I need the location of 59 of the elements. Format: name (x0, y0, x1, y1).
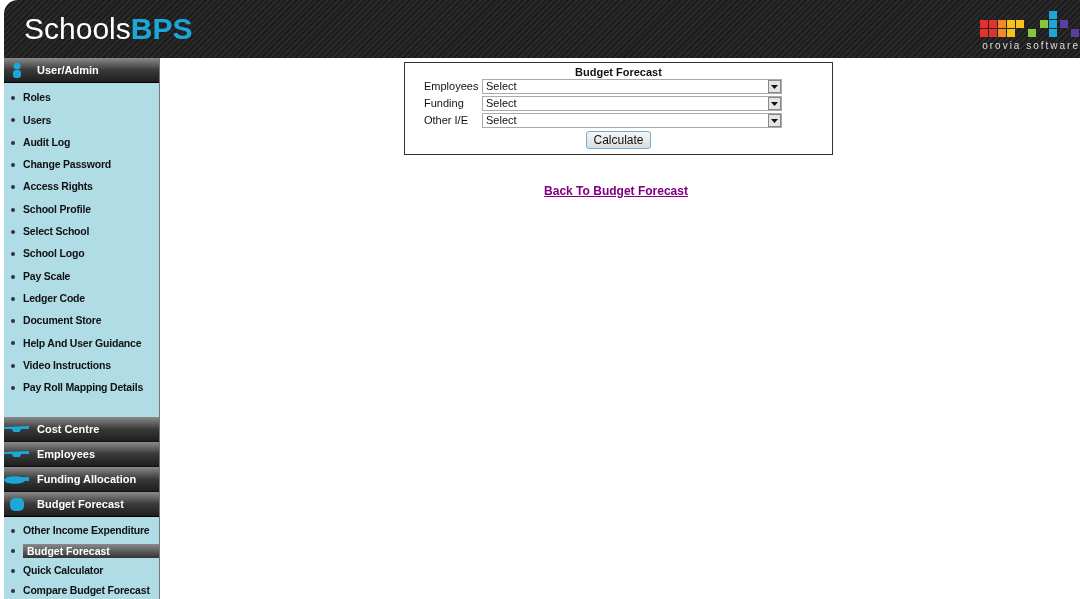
bullet-icon (11, 569, 15, 574)
calculate-button[interactable]: Calculate (586, 131, 651, 149)
bullet-icon (11, 185, 15, 190)
sidebar-link[interactable]: Access Rights (23, 179, 93, 196)
back-link[interactable]: Back To Budget Forecast (544, 182, 688, 200)
sidebar-link[interactable]: Pay Scale (23, 268, 71, 285)
select-value: Select (485, 98, 517, 109)
bullet-icon (11, 118, 15, 123)
sidebar-link[interactable]: Document Store (23, 313, 102, 329)
bullet-icon (11, 207, 15, 212)
sidebar-section-header[interactable]: Budget Forecast (4, 492, 159, 518)
sidebar-link[interactable]: Budget Forecast (23, 544, 159, 559)
sidebar-link[interactable]: Quick Calculator (23, 563, 104, 580)
select-dropdown[interactable]: Select (482, 96, 782, 111)
select-value: Select (485, 81, 517, 92)
bullet-icon (11, 274, 15, 279)
sidebar-link[interactable]: Compare Budget Forecast (23, 583, 150, 599)
sidebar-link[interactable]: Other Income Expenditure (23, 523, 150, 540)
bullet-icon (11, 341, 15, 346)
sidebar-link[interactable]: School Profile (23, 201, 91, 218)
form-title: Budget Forecast (575, 65, 662, 79)
sidebar-link[interactable]: Select School (23, 224, 90, 240)
cap-icon (4, 426, 29, 433)
sidebar-link[interactable]: Roles (23, 90, 51, 106)
bullet-icon (11, 296, 15, 301)
sidebar-link[interactable]: Users (23, 112, 52, 129)
logo-text: SchoolsBPS (24, 14, 193, 44)
select-value: Select (485, 115, 517, 126)
person-icon (11, 62, 22, 78)
bullet-icon (11, 589, 15, 594)
sidebar-section-header[interactable]: User/Admin (4, 58, 159, 83)
bullet-icon (11, 363, 15, 368)
sidebar-link[interactable]: Help And User Guidance (23, 335, 142, 352)
bullet-icon (11, 549, 15, 554)
sidebar-link[interactable]: Video Instructions (23, 357, 111, 374)
bullet-icon (11, 229, 15, 234)
bullet-icon (11, 319, 15, 324)
vendor-text: orovia software (982, 41, 1080, 51)
sidebar-link[interactable]: Audit Log (23, 134, 71, 151)
sidebar-link[interactable]: Ledger Code (23, 290, 85, 307)
bullet-icon (11, 96, 15, 101)
field-label: Funding (423, 96, 465, 111)
sidebar-section-header[interactable]: Funding Allocation (4, 467, 159, 493)
select-dropdown[interactable]: Select (482, 79, 782, 94)
select-dropdown[interactable]: Select (482, 113, 782, 128)
field-label: Employees (423, 79, 480, 94)
sidebar-section-header[interactable]: Employees (4, 442, 159, 468)
bullet-icon (11, 386, 15, 390)
bullet-icon (11, 140, 15, 145)
sidebar-link[interactable]: School Logo (23, 246, 85, 263)
cap-icon (4, 451, 29, 458)
colored-squares-icon (980, 11, 1080, 38)
bullet-icon (11, 163, 15, 168)
bullet-icon (11, 252, 15, 257)
field-label: Other I/E (423, 113, 470, 128)
sidebar-link[interactable]: Pay Roll Mapping Details (23, 380, 144, 396)
sidebar-link[interactable]: Change Password (23, 157, 112, 173)
sidebar-section-header[interactable]: Cost Centre (4, 417, 159, 443)
bullet-icon (11, 529, 15, 534)
